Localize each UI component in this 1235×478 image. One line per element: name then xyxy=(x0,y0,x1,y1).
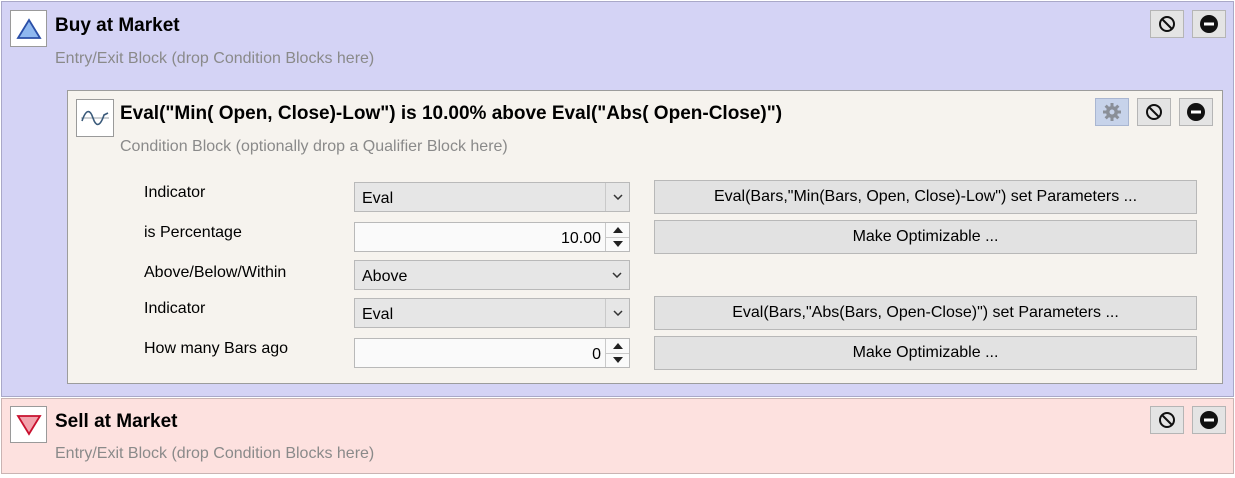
condition-remove-button[interactable] xyxy=(1179,98,1213,126)
condition-block[interactable]: Eval("Min( Open, Close)-Low") is 10.00% … xyxy=(67,90,1223,384)
chevron-down-icon xyxy=(605,183,629,211)
param-label-indicator-1: Indicator xyxy=(144,184,206,201)
indicator-2-set-parameters-button[interactable]: Eval(Bars,"Abs(Bars, Open-Close)") set P… xyxy=(654,296,1197,330)
sell-remove-button[interactable] xyxy=(1192,406,1226,434)
triangle-down-icon xyxy=(10,406,47,443)
sell-block-subtitle: Entry/Exit Block (drop Condition Blocks … xyxy=(55,445,375,462)
param-label-bars-ago: How many Bars ago xyxy=(144,340,289,357)
buy-block-title: Buy at Market xyxy=(55,15,180,36)
chevron-down-icon xyxy=(605,261,629,289)
indicator-1-set-parameters-button[interactable]: Eval(Bars,"Min(Bars, Open, Close)-Low") … xyxy=(654,180,1197,214)
remove-icon xyxy=(1200,15,1218,33)
triangle-up-icon xyxy=(10,10,47,47)
buy-block-subtitle: Entry/Exit Block (drop Condition Blocks … xyxy=(55,50,375,67)
buy-disable-button[interactable] xyxy=(1150,10,1184,38)
condition-title: Eval("Min( Open, Close)-Low") is 10.00% … xyxy=(120,103,783,124)
indicator-1-value: Eval xyxy=(362,189,394,207)
indicator-1-select[interactable]: Eval xyxy=(354,182,630,212)
bars-ago-value: 0 xyxy=(592,345,601,363)
sell-at-market-block[interactable]: Sell at Market Entry/Exit Block (drop Co… xyxy=(1,398,1234,474)
percentage-value: 10.00 xyxy=(560,229,601,247)
wave-chart-icon xyxy=(76,99,114,137)
gear-icon xyxy=(1103,103,1121,121)
buy-at-market-block[interactable]: Buy at Market Entry/Exit Block (drop Con… xyxy=(1,1,1234,397)
remove-icon xyxy=(1187,103,1205,121)
condition-settings-button[interactable] xyxy=(1095,98,1129,126)
stepper-up-icon[interactable] xyxy=(606,339,629,354)
disable-icon xyxy=(1146,104,1162,120)
sell-disable-button[interactable] xyxy=(1150,406,1184,434)
sell-block-title: Sell at Market xyxy=(55,411,178,432)
param-label-above-below: Above/Below/Within xyxy=(144,264,287,281)
bars-ago-make-optimizable-button[interactable]: Make Optimizable ... xyxy=(654,336,1197,370)
indicator-2-value: Eval xyxy=(362,305,394,323)
disable-icon xyxy=(1159,412,1175,428)
indicator-2-select[interactable]: Eval xyxy=(354,298,630,328)
param-label-indicator-2: Indicator xyxy=(144,300,206,317)
stepper-up-icon[interactable] xyxy=(606,223,629,238)
stepper-down-icon[interactable] xyxy=(606,354,629,368)
remove-icon xyxy=(1200,411,1218,429)
condition-disable-button[interactable] xyxy=(1137,98,1171,126)
param-label-percentage: is Percentage xyxy=(144,224,242,241)
bars-ago-stepper[interactable]: 0 xyxy=(354,338,630,368)
chevron-down-icon xyxy=(605,299,629,327)
percentage-make-optimizable-button[interactable]: Make Optimizable ... xyxy=(654,220,1197,254)
stepper-down-icon[interactable] xyxy=(606,238,629,252)
percentage-stepper[interactable]: 10.00 xyxy=(354,222,630,252)
disable-icon xyxy=(1159,16,1175,32)
condition-subtitle: Condition Block (optionally drop a Quali… xyxy=(120,138,508,155)
above-below-select[interactable]: Above xyxy=(354,260,630,290)
buy-remove-button[interactable] xyxy=(1192,10,1226,38)
above-below-value: Above xyxy=(362,267,408,285)
